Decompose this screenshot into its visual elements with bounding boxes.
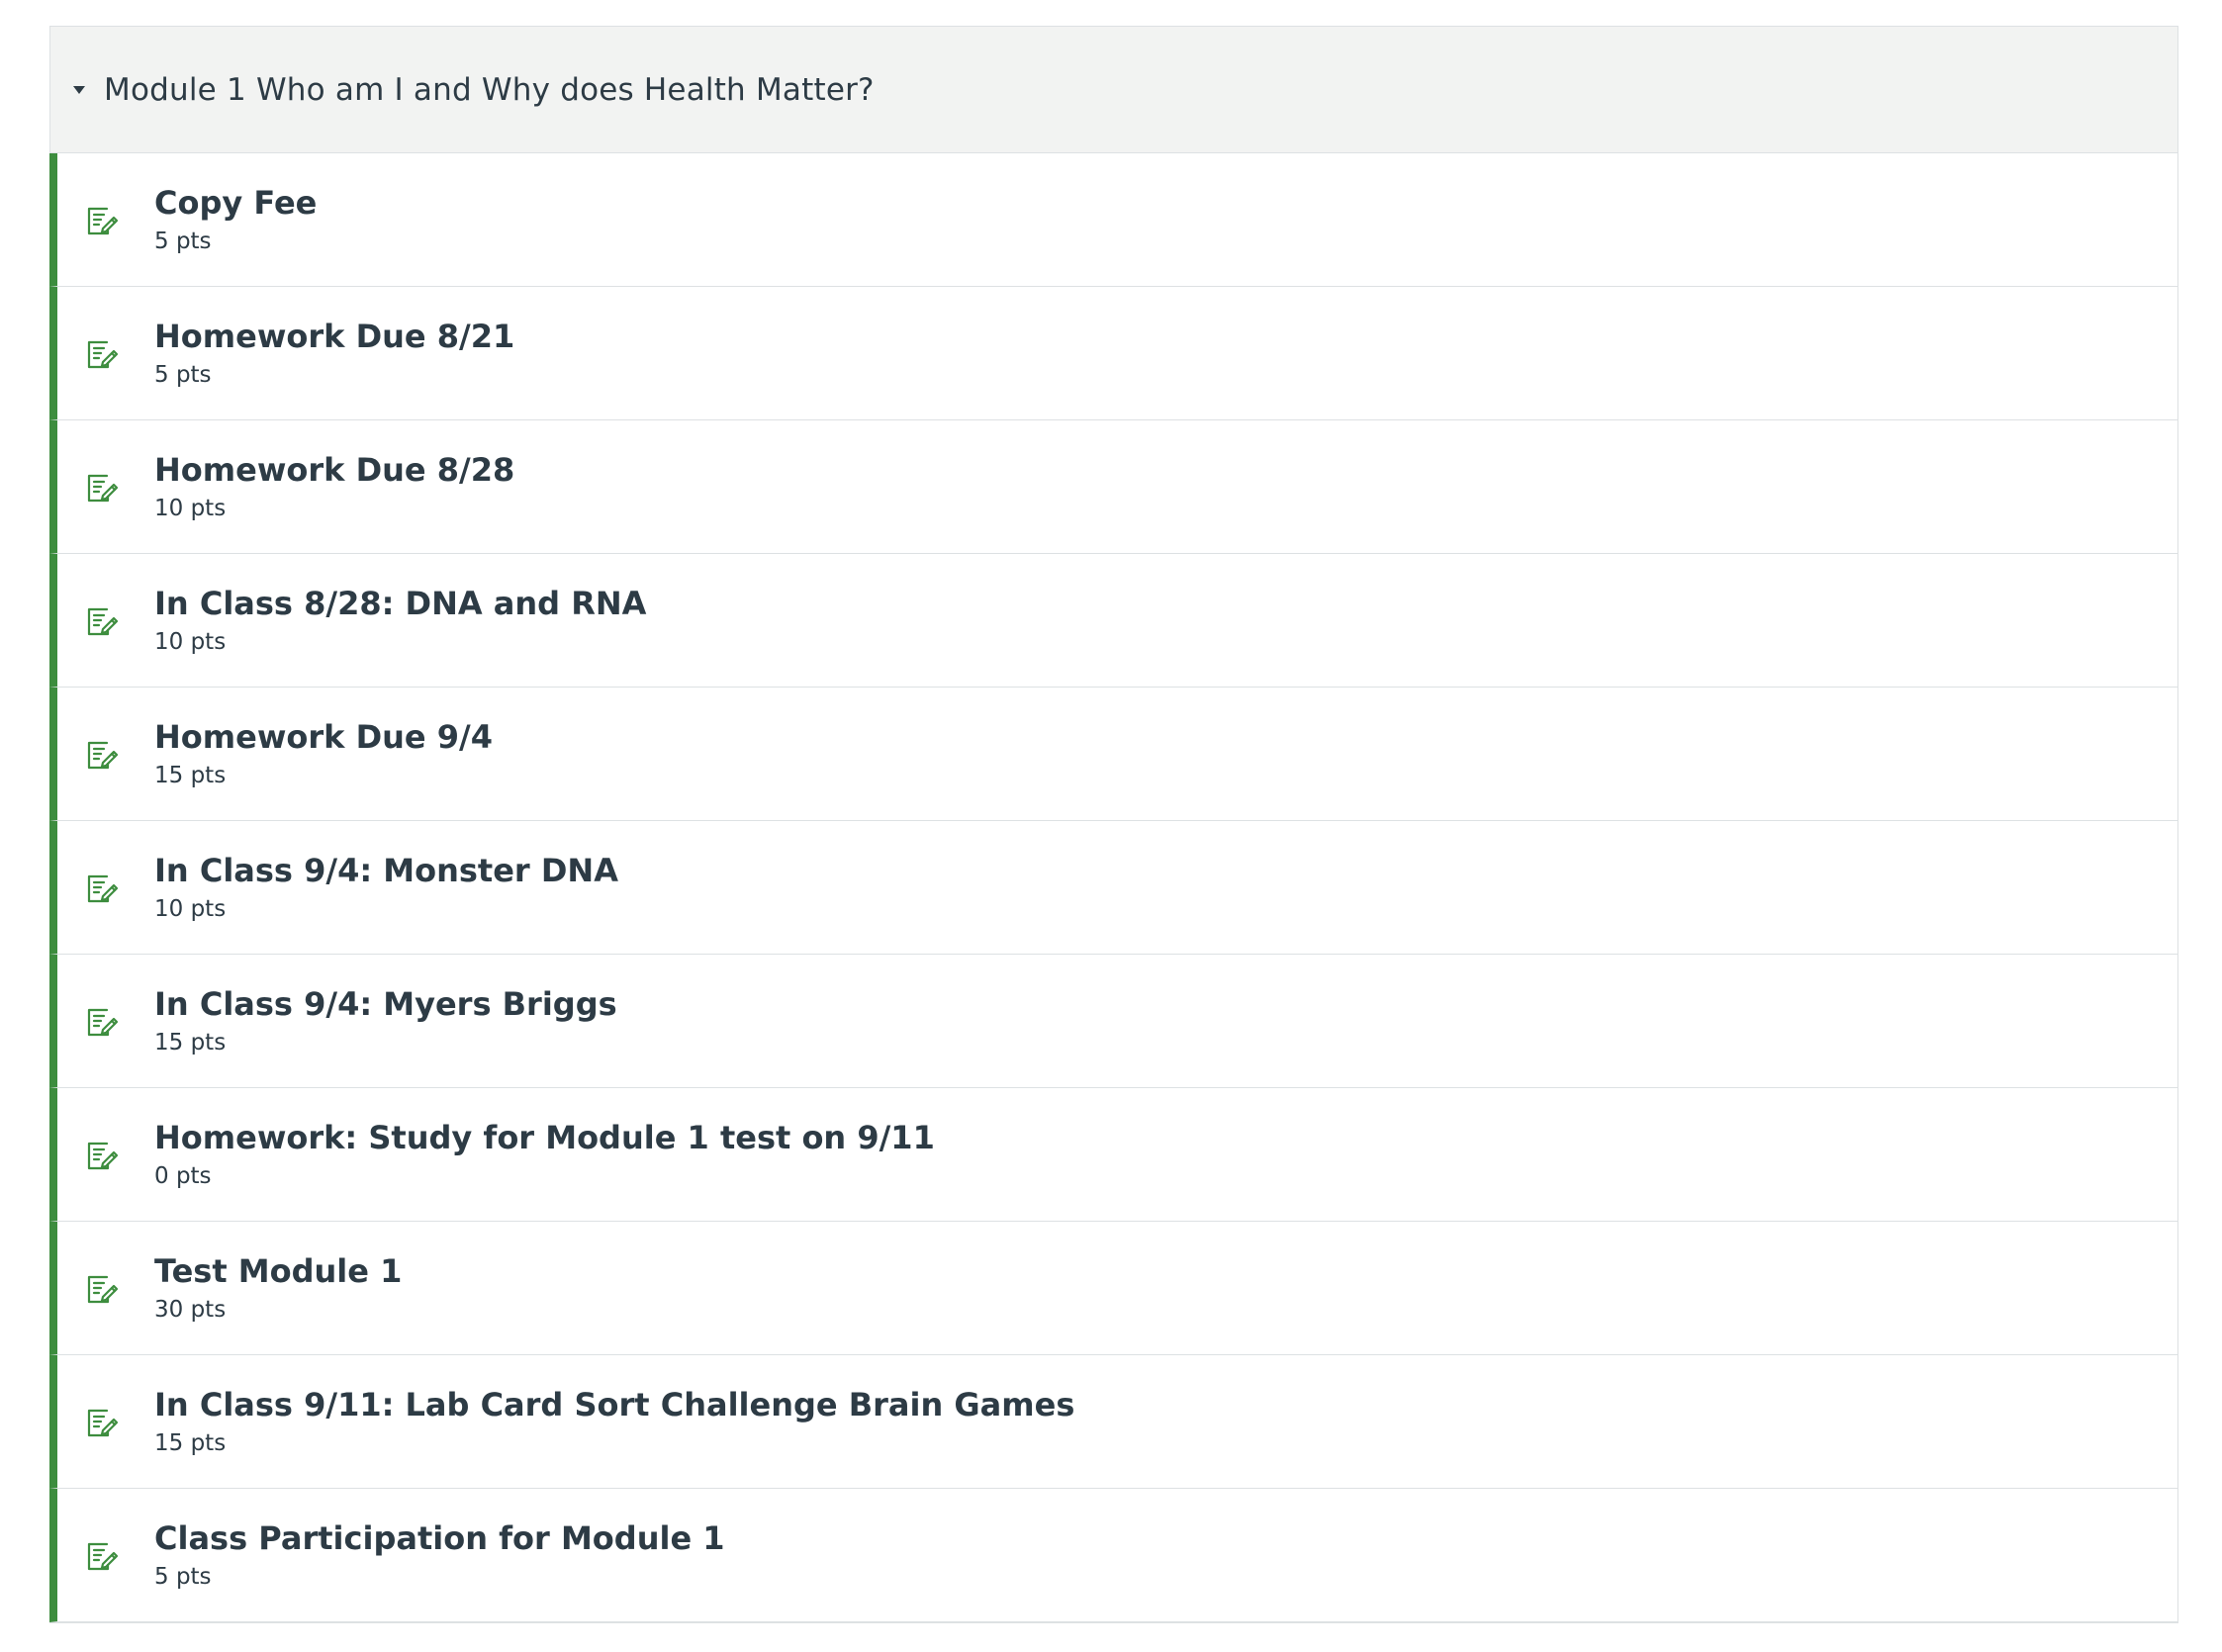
module-item-points: 10 pts xyxy=(154,629,227,655)
module-item-points: 10 pts xyxy=(154,496,227,521)
module-item-7[interactable]: In Class 9/4: Myers Briggs 15 pts xyxy=(49,955,2177,1088)
module-item-5[interactable]: Homework Due 9/4 15 pts xyxy=(49,688,2177,821)
module-item-text: In Class 9/4: Monster DNA 10 pts xyxy=(154,851,618,924)
module-item-title[interactable]: Class Participation for Module 1 xyxy=(154,1518,725,1558)
module-item-8[interactable]: Homework: Study for Module 1 test on 9/1… xyxy=(49,1088,2177,1222)
module-item-text: In Class 9/4: Myers Briggs 15 pts xyxy=(154,984,617,1057)
assignment-icon xyxy=(84,1271,120,1307)
module-item-points: 5 pts xyxy=(154,362,212,388)
assignment-icon xyxy=(84,336,120,372)
module-item-text: Homework Due 9/4 15 pts xyxy=(154,717,493,790)
module-item-points: 30 pts xyxy=(154,1297,227,1323)
module-item-title[interactable]: Homework Due 8/28 xyxy=(154,450,514,490)
assignment-icon xyxy=(84,871,120,906)
module-item-title[interactable]: In Class 8/28: DNA and RNA xyxy=(154,584,646,623)
module-item-4[interactable]: In Class 8/28: DNA and RNA 10 pts xyxy=(49,554,2177,688)
module-item-text: In Class 8/28: DNA and RNA 10 pts xyxy=(154,584,646,657)
module-item-3[interactable]: Homework Due 8/28 10 pts xyxy=(49,420,2177,554)
module-item-text: Homework Due 8/21 5 pts xyxy=(154,317,514,390)
module-container: Module 1 Who am I and Why does Health Ma… xyxy=(49,26,2178,1623)
module-item-points: 10 pts xyxy=(154,896,227,922)
assignment-icon xyxy=(84,1538,120,1574)
module-header[interactable]: Module 1 Who am I and Why does Health Ma… xyxy=(50,27,2177,153)
module-item-text: Class Participation for Module 1 5 pts xyxy=(154,1518,725,1592)
module-item-title[interactable]: In Class 9/4: Myers Briggs xyxy=(154,984,617,1024)
module-item-title[interactable]: Homework Due 9/4 xyxy=(154,717,493,757)
module-item-text: In Class 9/11: Lab Card Sort Challenge B… xyxy=(154,1385,1074,1458)
module-item-title[interactable]: In Class 9/11: Lab Card Sort Challenge B… xyxy=(154,1385,1074,1424)
module-item-points: 0 pts xyxy=(154,1163,212,1189)
module-item-text: Homework Due 8/28 10 pts xyxy=(154,450,514,523)
module-item-6[interactable]: In Class 9/4: Monster DNA 10 pts xyxy=(49,821,2177,955)
assignment-icon xyxy=(84,1004,120,1040)
module-item-points: 5 pts xyxy=(154,229,212,254)
module-item-points: 5 pts xyxy=(154,1564,212,1590)
module-item-title[interactable]: Homework: Study for Module 1 test on 9/1… xyxy=(154,1118,935,1157)
module-item-text: Test Module 1 30 pts xyxy=(154,1251,402,1325)
module-item-title[interactable]: Homework Due 8/21 xyxy=(154,317,514,356)
triangle-down-icon[interactable] xyxy=(72,83,86,97)
module-item-9[interactable]: Test Module 1 30 pts xyxy=(49,1222,2177,1355)
module-item-title[interactable]: In Class 9/4: Monster DNA xyxy=(154,851,618,890)
module-item-points: 15 pts xyxy=(154,1030,227,1055)
module-item-2[interactable]: Homework Due 8/21 5 pts xyxy=(49,287,2177,420)
assignment-icon xyxy=(84,1138,120,1173)
assignment-icon xyxy=(84,603,120,639)
module-items-list: Copy Fee 5 pts Homework Due 8/21 5 pts H… xyxy=(49,153,2177,1622)
assignment-icon xyxy=(84,737,120,773)
assignment-icon xyxy=(84,1405,120,1440)
module-item-text: Copy Fee 5 pts xyxy=(154,183,317,256)
module-item-points: 15 pts xyxy=(154,763,227,788)
module-item-1[interactable]: Copy Fee 5 pts xyxy=(49,153,2177,287)
assignment-icon xyxy=(84,203,120,238)
assignment-icon xyxy=(84,470,120,505)
module-item-11[interactable]: Class Participation for Module 1 5 pts xyxy=(49,1489,2177,1622)
module-item-title[interactable]: Test Module 1 xyxy=(154,1251,402,1291)
module-item-10[interactable]: In Class 9/11: Lab Card Sort Challenge B… xyxy=(49,1355,2177,1489)
module-item-text: Homework: Study for Module 1 test on 9/1… xyxy=(154,1118,935,1191)
module-title: Module 1 Who am I and Why does Health Ma… xyxy=(104,71,875,108)
module-item-points: 15 pts xyxy=(154,1430,227,1456)
module-item-title[interactable]: Copy Fee xyxy=(154,183,317,223)
